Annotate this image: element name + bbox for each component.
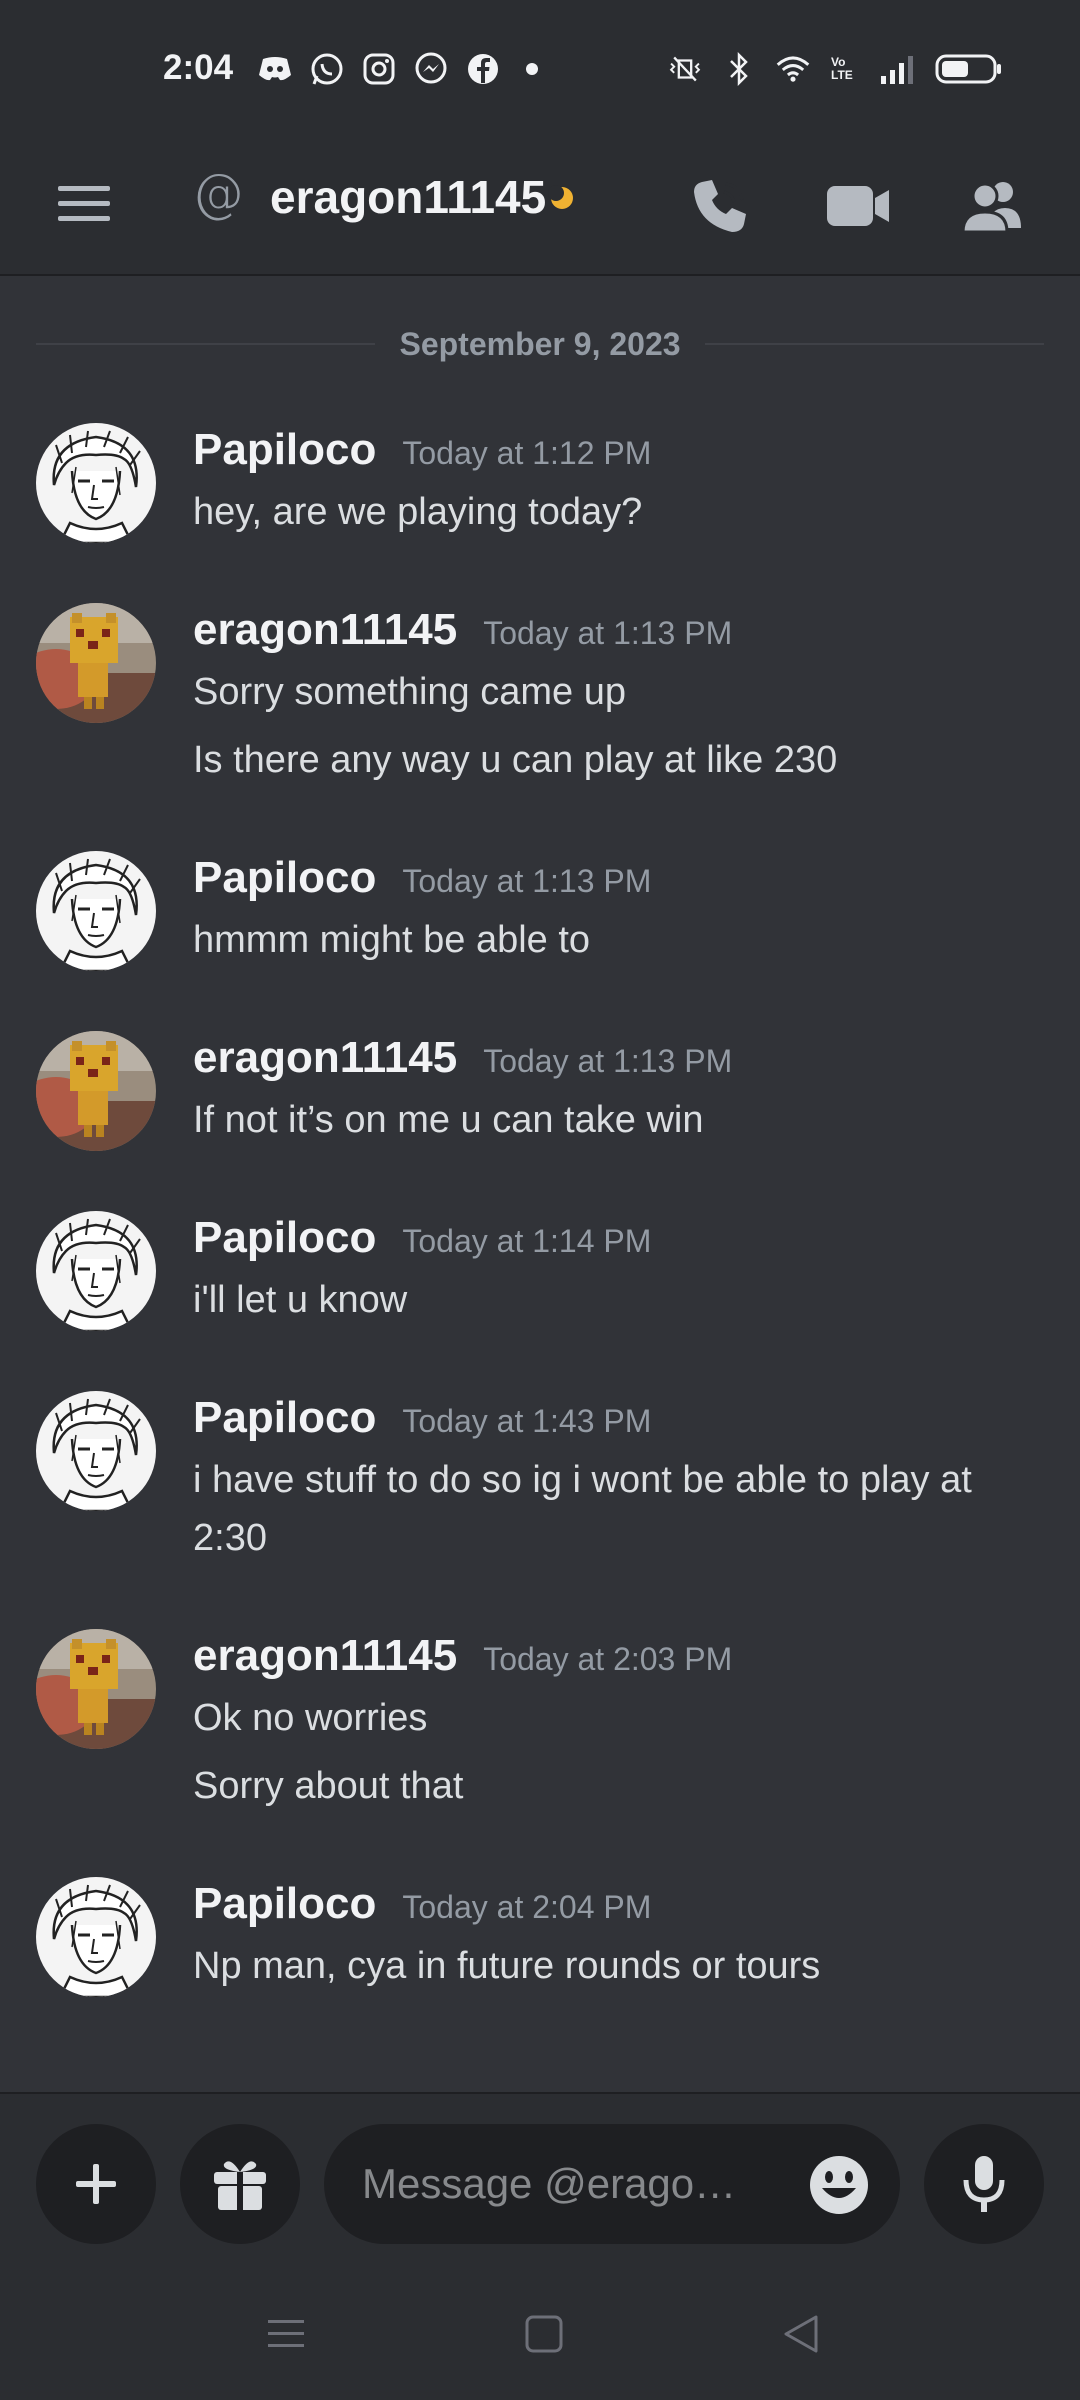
microphone-icon (963, 2156, 1005, 2212)
system-icons: Vo LTE (668, 52, 1004, 86)
instagram-icon (362, 52, 396, 86)
discord-notification-icon (258, 52, 292, 86)
voice-message-button[interactable] (924, 2124, 1044, 2244)
avatar-eragon[interactable] (36, 1031, 156, 1151)
mute-vibrate-icon (668, 52, 702, 86)
message-timestamp: Today at 1:13 PM (483, 1043, 733, 1079)
message-text: Is there any way u can play at like 230 (193, 739, 838, 781)
recent-apps-icon[interactable] (264, 2312, 308, 2356)
gift-icon (214, 2161, 266, 2210)
message-text: i have stuff to do so ig i wont be able … (193, 1459, 972, 1501)
status-time: 2:04 (163, 48, 234, 87)
message-timestamp: Today at 2:03 PM (483, 1641, 733, 1677)
members-icon[interactable] (956, 170, 1028, 242)
message-input-container[interactable] (324, 2124, 900, 2244)
message-timestamp: Today at 1:13 PM (402, 863, 652, 899)
message-text: Sorry something came up (193, 671, 626, 713)
notification-icons (258, 52, 538, 86)
message-timestamp: Today at 1:12 PM (402, 435, 652, 471)
date-label: September 9, 2023 (399, 325, 681, 362)
call-icon[interactable] (684, 170, 756, 242)
message-composer (0, 2092, 1080, 2268)
status-bar: 2:04 Vo LTE (0, 0, 1080, 140)
divider-line (36, 343, 376, 345)
avatar-papiloco[interactable] (36, 1391, 156, 1511)
message-author[interactable]: eragon11145 (193, 605, 457, 655)
more-notifications-dot (526, 63, 538, 75)
avatar-papiloco[interactable] (36, 1877, 156, 1997)
battery-icon (934, 52, 1004, 86)
facebook-icon (466, 52, 500, 86)
message-input[interactable] (362, 2124, 782, 2244)
video-icon[interactable] (822, 170, 894, 242)
plus-icon (76, 2164, 116, 2204)
emoji-icon[interactable] (808, 2154, 870, 2216)
avatar-eragon[interactable] (36, 1629, 156, 1749)
at-icon: @ (192, 164, 244, 224)
gift-button[interactable] (180, 2124, 300, 2244)
avatar-papiloco[interactable] (36, 1211, 156, 1331)
message-author[interactable]: Papiloco (193, 1393, 376, 1443)
message-text: Np man, cya in future rounds or tours (193, 1945, 821, 1987)
message-text: Ok no worries (193, 1697, 428, 1739)
message-text: 2:30 (193, 1517, 267, 1559)
message-author[interactable]: eragon11145 (193, 1631, 457, 1681)
home-icon[interactable] (522, 2312, 566, 2356)
page-title[interactable]: eragon11145 (270, 170, 546, 224)
avatar-papiloco[interactable] (36, 851, 156, 971)
message-author[interactable]: Papiloco (193, 1213, 376, 1263)
message-text: Sorry about that (193, 1765, 464, 1807)
volte-icon: Vo LTE (831, 55, 853, 82)
message-timestamp: Today at 1:13 PM (483, 615, 733, 651)
message-author[interactable]: Papiloco (193, 425, 376, 475)
message-text: If not it’s on me u can take win (193, 1099, 704, 1141)
divider-line (704, 343, 1045, 345)
message-timestamp: Today at 1:14 PM (402, 1223, 652, 1259)
message-timestamp: Today at 1:43 PM (402, 1403, 652, 1439)
message-text: hey, are we playing today? (193, 491, 643, 533)
message-text: i'll let u know (193, 1279, 408, 1321)
add-attachment-button[interactable] (36, 2124, 156, 2244)
whatsapp-icon (310, 52, 344, 86)
message-author[interactable]: Papiloco (193, 853, 376, 903)
date-divider: September 9, 2023 (36, 322, 1045, 366)
message-text: hmmm might be able to (193, 919, 591, 961)
bluetooth-icon (722, 52, 756, 86)
idle-status-icon (548, 184, 576, 212)
messenger-icon (414, 52, 448, 86)
message-author[interactable]: eragon11145 (193, 1033, 457, 1083)
back-icon[interactable] (780, 2312, 824, 2356)
menu-icon[interactable] (56, 176, 112, 232)
dm-header: @ eragon11145 (0, 140, 1080, 276)
message-author[interactable]: Papiloco (193, 1879, 376, 1929)
signal-icon (880, 52, 914, 86)
message-timestamp: Today at 2:04 PM (402, 1889, 652, 1925)
wifi-icon (776, 52, 810, 86)
avatar-eragon[interactable] (36, 603, 156, 723)
avatar-papiloco[interactable] (36, 423, 156, 543)
system-navigation-bar (0, 2268, 1080, 2400)
